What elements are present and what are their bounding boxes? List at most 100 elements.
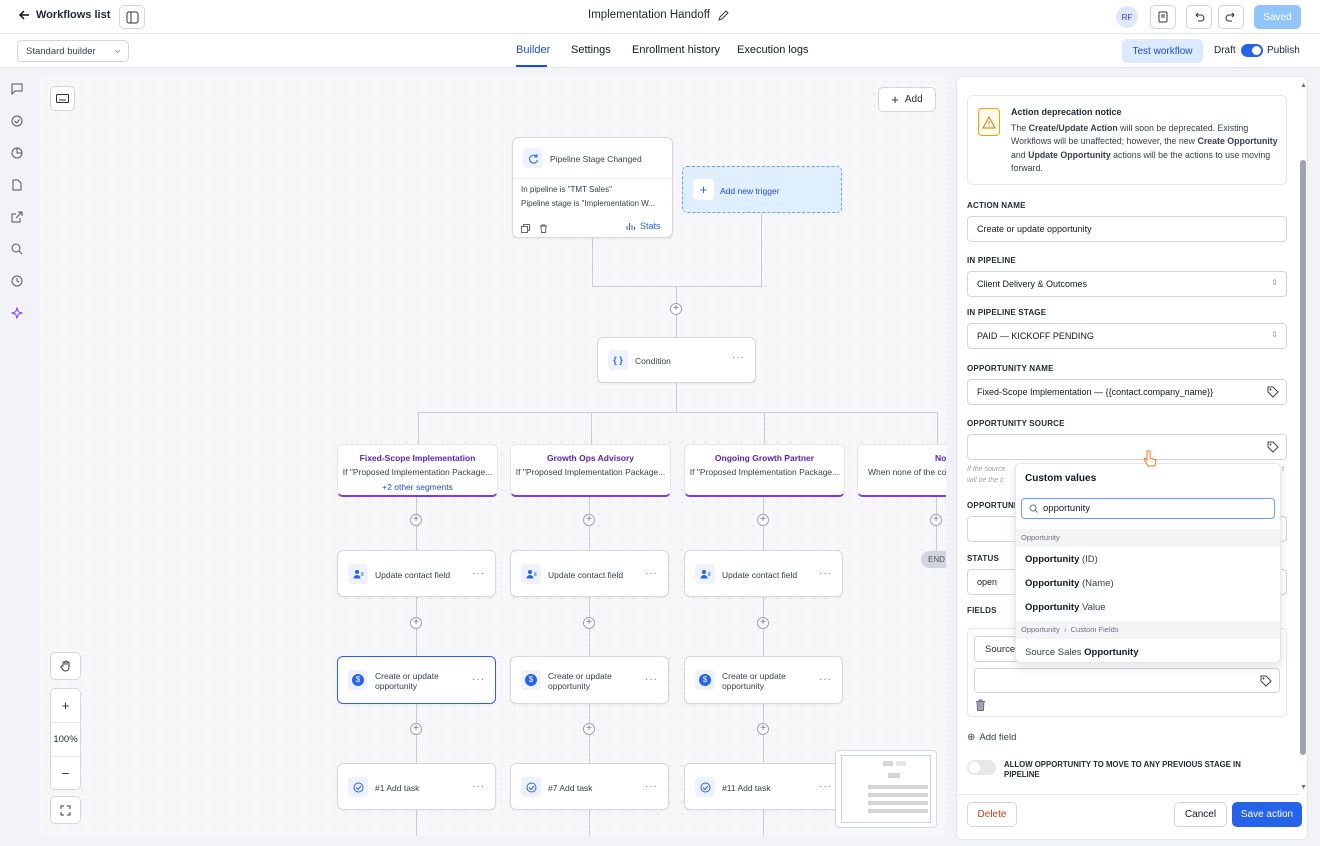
opportunity-name-input[interactable]: Fixed-Scope Implementation — {{contact.c… xyxy=(967,379,1287,405)
add-step-button[interactable]: + xyxy=(583,514,595,526)
allow-move-toggle[interactable] xyxy=(967,760,996,775)
add-step-button[interactable]: + xyxy=(410,617,422,629)
dropdown-item-opportunity-name[interactable]: Opportunity (Name) xyxy=(1025,578,1114,589)
copy-icon[interactable] xyxy=(521,222,530,236)
panel-scrollbar[interactable] xyxy=(1300,160,1306,755)
more-icon[interactable]: ··· xyxy=(819,568,832,579)
node-label: #1 Add task xyxy=(375,783,420,793)
more-icon[interactable]: ··· xyxy=(645,674,658,685)
tag-icon[interactable] xyxy=(1267,441,1279,453)
add-step-button[interactable]: + xyxy=(583,617,595,629)
add-trigger-node[interactable]: + Add new trigger xyxy=(682,166,842,213)
save-action-button[interactable]: Save action xyxy=(1232,802,1302,827)
scroll-down-icon[interactable]: ▼ xyxy=(1300,784,1307,791)
workflow-canvas[interactable]: + Add Pipeline Stage Changed In pipeline… xyxy=(40,76,946,836)
custom-values-dropdown: Custom values opportunity Opportunity Op… xyxy=(1015,463,1281,663)
more-icon[interactable]: ··· xyxy=(819,781,832,792)
add-task-node[interactable]: #11 Add task ··· xyxy=(684,763,843,810)
avatar[interactable]: RF xyxy=(1116,6,1138,28)
tab-execution-logs[interactable]: Execution logs xyxy=(737,44,809,56)
branch-ongoing-growth[interactable]: Ongoing Growth Partner If "Proposed Impl… xyxy=(684,444,845,497)
create-opportunity-node[interactable]: $ Create or update opportunity ··· xyxy=(510,656,669,704)
delete-button[interactable]: Delete xyxy=(967,802,1017,827)
opportunity-source-input[interactable] xyxy=(967,434,1287,460)
more-icon[interactable]: ··· xyxy=(732,352,745,363)
undo-button[interactable] xyxy=(1186,5,1212,29)
add-task-node[interactable]: #1 Add task ··· xyxy=(337,763,496,810)
workflow-title[interactable]: Implementation Handoff xyxy=(588,9,729,21)
test-workflow-button[interactable]: Test workflow xyxy=(1122,39,1203,63)
trigger-node[interactable]: Pipeline Stage Changed In pipeline is "T… xyxy=(512,137,673,238)
check-circle-icon[interactable] xyxy=(10,114,24,128)
cancel-button[interactable]: Cancel xyxy=(1174,802,1227,827)
condition-node[interactable]: { } Condition ··· xyxy=(597,337,756,383)
branch-fixed-scope[interactable]: Fixed-Scope Implementation If "Proposed … xyxy=(337,444,498,497)
add-step-button[interactable]: + xyxy=(410,514,422,526)
add-step-button[interactable]: + xyxy=(757,617,769,629)
action-name-input[interactable]: Create or update opportunity xyxy=(967,216,1287,242)
tag-icon[interactable] xyxy=(1267,386,1279,398)
builder-select[interactable]: Standard builder xyxy=(17,40,129,62)
update-contact-node[interactable]: Update contact field ··· xyxy=(510,550,669,597)
add-step-button[interactable]: + xyxy=(757,723,769,735)
update-contact-node[interactable]: Update contact field ··· xyxy=(684,550,843,597)
branch-none[interactable]: No When none of the co xyxy=(857,444,946,497)
more-icon[interactable]: ··· xyxy=(472,674,485,685)
back-link[interactable]: Workflows list xyxy=(18,9,110,21)
create-opportunity-node-selected[interactable]: $ Create or update opportunity ··· xyxy=(337,656,496,704)
tab-settings[interactable]: Settings xyxy=(571,44,611,56)
more-icon[interactable]: ··· xyxy=(645,781,658,792)
trash-icon[interactable] xyxy=(975,699,986,711)
history-icon[interactable] xyxy=(10,274,24,288)
fit-view-button[interactable] xyxy=(50,796,81,824)
minimap[interactable] xyxy=(835,750,937,828)
publish-toggle[interactable] xyxy=(1241,44,1263,57)
notice-bold: Create Opportunity xyxy=(1197,136,1278,147)
add-step-button[interactable]: + xyxy=(930,514,942,526)
branch-growth-ops[interactable]: Growth Ops Advisory If "Proposed Impleme… xyxy=(510,444,671,497)
stage-select[interactable]: PAID — KICKOFF PENDING ⇕ xyxy=(967,323,1287,349)
pipeline-select[interactable]: Client Delivery & Outcomes ⇕ xyxy=(967,271,1287,297)
add-step-button[interactable]: + xyxy=(757,514,769,526)
add-step-button[interactable]: + xyxy=(670,303,682,315)
add-button[interactable]: + Add xyxy=(878,87,936,112)
saved-button[interactable]: Saved xyxy=(1254,5,1301,29)
tab-builder[interactable]: Builder xyxy=(516,44,550,56)
add-field-button[interactable]: ⊕ Add field xyxy=(967,732,1016,743)
field-value-input[interactable] xyxy=(974,668,1280,693)
chat-icon[interactable] xyxy=(10,82,24,96)
sparkle-icon[interactable] xyxy=(10,306,24,320)
more-icon[interactable]: ··· xyxy=(645,568,658,579)
zoom-in-button[interactable]: + xyxy=(51,693,80,717)
add-step-button[interactable]: + xyxy=(410,723,422,735)
update-contact-node[interactable]: Update contact field ··· xyxy=(337,550,496,597)
stats-link[interactable]: Stats xyxy=(626,221,661,231)
plus-icon: + xyxy=(891,92,899,107)
more-icon[interactable]: ··· xyxy=(472,781,485,792)
tab-enrollment-history[interactable]: Enrollment history xyxy=(632,44,720,56)
tag-icon[interactable] xyxy=(1260,675,1272,687)
toggle-knob xyxy=(969,762,980,773)
search-icon[interactable] xyxy=(10,242,24,256)
sidebar-toggle-button[interactable] xyxy=(119,5,145,29)
branch-extra[interactable]: +2 other segments xyxy=(338,482,497,492)
external-link-icon[interactable] xyxy=(10,210,24,224)
zoom-out-button[interactable]: − xyxy=(51,761,80,785)
redo-button[interactable] xyxy=(1218,5,1244,29)
pan-button[interactable] xyxy=(50,652,81,680)
add-task-node[interactable]: #7 Add task ··· xyxy=(510,763,669,810)
more-icon[interactable]: ··· xyxy=(472,568,485,579)
dropdown-item-opportunity-value[interactable]: Opportunity Value xyxy=(1025,602,1106,613)
dropdown-item-opportunity-id[interactable]: Opportunity (ID) xyxy=(1025,554,1098,565)
more-icon[interactable]: ··· xyxy=(819,674,832,685)
file-icon[interactable] xyxy=(10,178,24,192)
add-step-button[interactable]: + xyxy=(583,723,595,735)
dropdown-search-input[interactable]: opportunity xyxy=(1021,498,1275,519)
document-button[interactable] xyxy=(1150,5,1176,29)
create-opportunity-node[interactable]: $ Create or update opportunity ··· xyxy=(684,656,843,704)
dropdown-item-source-sales-opportunity[interactable]: Source Sales Opportunity xyxy=(1025,647,1139,658)
pie-chart-icon[interactable] xyxy=(10,146,24,160)
trash-icon[interactable] xyxy=(539,222,548,236)
scroll-up-icon[interactable]: ▲ xyxy=(1300,82,1307,89)
keyboard-button[interactable] xyxy=(50,86,75,111)
